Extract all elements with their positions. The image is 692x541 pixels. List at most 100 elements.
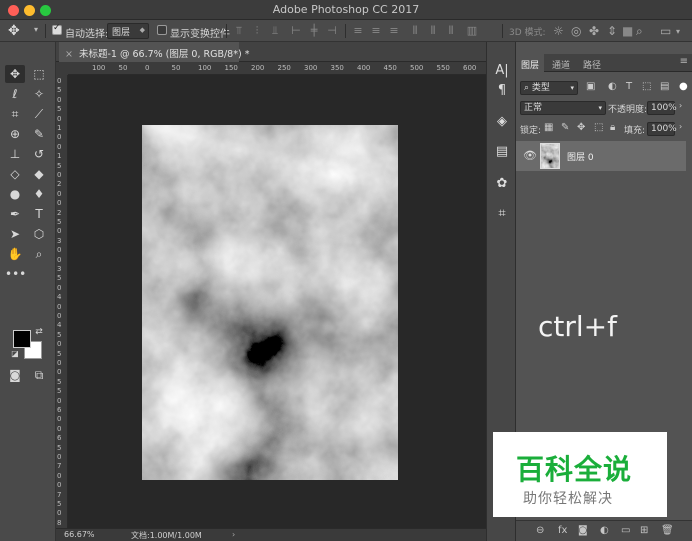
type-tool-icon[interactable]: T [29,205,49,223]
lasso-tool-icon[interactable]: ℓ [5,85,25,103]
distribute-bottom-icon[interactable]: ≡ [388,25,400,37]
distribute-right-icon[interactable]: ⦀ [445,25,457,37]
quick-mask-icon[interactable]: ◙ [5,366,25,384]
slide-3d-icon[interactable]: ⇕ [607,24,617,38]
magic-wand-tool-icon[interactable]: ✧ [29,85,49,103]
shape-tool-icon[interactable]: ⬡ [29,225,49,243]
filter-adjustment-icon[interactable]: ◐ [608,81,617,92]
show-transform-controls-checkbox[interactable] [157,25,167,35]
filter-shape-icon[interactable]: ⬚ [642,81,651,92]
clone-stamp-tool-icon[interactable]: ⊥ [5,145,25,163]
roll-3d-icon[interactable]: ◎ [571,24,581,38]
horizontal-ruler[interactable]: 100 50 0 50 100 150 200 250 300 350 400 450 500 550 60… [68,62,486,75]
link-layers-icon[interactable]: ⊖ [536,525,544,536]
distribute-left-icon[interactable]: ⦀ [409,25,421,37]
ruler-origin[interactable] [56,62,68,75]
move-tool-icon[interactable]: ✥ [5,65,25,83]
distribute-vertical-center-icon[interactable]: ≡ [370,25,382,37]
layer-style-fx-icon[interactable]: fx [558,525,567,536]
paint-bucket-tool-icon[interactable]: ◆ [29,165,49,183]
lock-image-pixels-icon[interactable]: ✎ [561,122,569,133]
dodge-tool-icon[interactable]: ♦ [29,185,49,203]
spot-healing-brush-tool-icon[interactable]: ⊕ [5,125,25,143]
document-canvas-clouds[interactable] [142,125,398,480]
tool-preset-chevron-down-icon[interactable]: ▾ [34,25,38,34]
filter-type-icon[interactable]: T [626,81,632,92]
adjustment-layer-icon[interactable]: ◐ [600,525,609,536]
scale-3d-icon[interactable]: ■ [622,24,633,38]
align-bottom-icon[interactable]: ⫫ [269,25,281,37]
tab-paths[interactable]: 路径 [578,54,606,72]
eraser-tool-icon[interactable]: ◇ [5,165,25,183]
distribute-horizontal-center-icon[interactable]: ⦀ [427,25,439,37]
paragraph-panel-icon[interactable]: ¶ [493,82,511,100]
workspace-switcher-icon[interactable]: ▭ [660,24,671,38]
align-left-icon[interactable]: ⊢ [290,25,302,37]
new-group-icon[interactable]: ▭ [621,525,630,536]
auto-select-target-dropdown[interactable]: 图层 ◆ [107,23,149,39]
tab-layers[interactable]: 图层 [516,54,545,72]
ruler-tick-label: 4 [57,321,62,330]
eyedropper-tool-icon[interactable]: ⟋ [29,105,49,123]
layer-name[interactable]: 图层 0 [567,150,594,163]
pen-tool-icon[interactable]: ✒ [5,205,25,223]
blend-mode-dropdown[interactable]: 正常 ▾ [520,101,606,115]
align-top-icon[interactable]: ⫪ [233,25,245,37]
align-vertical-center-icon[interactable]: ⫶ [251,25,263,37]
lock-all-icon[interactable]: 🔒︎ [610,122,615,133]
fill-input[interactable]: 100% [647,122,677,136]
layer-row[interactable]: 👁︎ 图层 0 [516,141,686,171]
drag-3d-icon[interactable]: ✤ [589,24,599,38]
hand-tool-icon[interactable]: ✋ [5,245,25,263]
foreground-color-swatch[interactable] [13,330,31,348]
new-layer-icon[interactable]: ⊞ [640,525,648,536]
tab-document[interactable]: × 未标题-1 @ 66.7% (图层 0, RGB/8*) * [59,42,249,62]
crop-tool-icon[interactable]: ⌗ [5,105,25,123]
auto-align-layers-icon[interactable]: ▥ [466,25,478,37]
rectangular-marquee-tool-icon[interactable]: ⬚ [29,65,49,83]
filter-pixel-icon[interactable]: ▣ [586,81,595,92]
align-horizontal-center-icon[interactable]: ╪ [308,25,320,37]
character-panel-icon[interactable]: A| [493,62,511,80]
opacity-chevron-icon[interactable]: › [679,101,682,110]
close-tab-icon[interactable]: × [65,49,73,60]
ruler-tick-label: 1 [57,124,62,132]
opacity-input[interactable]: 100% [647,101,677,115]
properties-panel-icon[interactable]: ▤ [493,143,511,161]
zoom-level[interactable]: 66.67% [64,530,95,539]
move-tool-icon[interactable]: ✥ [8,23,20,39]
filter-toggle-icon[interactable]: ● [679,81,688,92]
panel-menu-icon[interactable]: ≡ [680,56,688,67]
history-brush-tool-icon[interactable]: ↺ [29,145,49,163]
lock-transparent-pixels-icon[interactable]: ▦ [544,122,553,133]
tab-channels[interactable]: 通道 [547,54,575,72]
color-circles-icon[interactable]: ✿ [493,175,511,193]
visibility-eye-icon[interactable]: 👁︎ [523,149,537,162]
zoom-tool-icon[interactable]: ⌕ [29,245,49,263]
canvas-area[interactable] [68,75,486,528]
blur-tool-icon[interactable]: ● [5,185,25,203]
align-right-icon[interactable]: ⊣ [326,25,338,37]
layer-filter-dropdown[interactable]: ⌕ 类型 ▾ [520,81,578,95]
status-menu-chevron-icon[interactable]: › [232,530,235,539]
layers-stack-icon[interactable]: ◈ [493,113,511,131]
default-colors-icon[interactable]: ◪ [9,348,21,360]
distribute-top-icon[interactable]: ≡ [352,25,364,37]
add-mask-icon[interactable]: ◙ [578,525,588,536]
auto-select-checkbox[interactable] [52,23,62,35]
lock-artboard-icon[interactable]: ⬚ [594,122,603,133]
more-tools-icon[interactable]: ••• [5,265,26,283]
workspace-chevron-down-icon[interactable]: ▾ [676,27,680,36]
fill-chevron-icon[interactable]: › [679,122,682,131]
crop-panel-icon[interactable]: ⌗ [493,205,511,223]
path-selection-tool-icon[interactable]: ➤ [5,225,25,243]
brush-tool-icon[interactable]: ✎ [29,125,49,143]
filter-smart-object-icon[interactable]: ▤ [660,81,669,92]
delete-layer-icon[interactable]: 🗑︎ [661,525,674,536]
swap-colors-icon[interactable]: ⇄ [33,326,45,338]
orbit-3d-icon[interactable]: ☼ [553,24,564,38]
lock-position-icon[interactable]: ✥ [577,122,585,133]
vertical-ruler[interactable]: 0505010015020025030035040045050055060065… [56,75,68,528]
screen-mode-icon[interactable]: ⧉ [29,366,49,384]
search-icon[interactable]: ⌕ [636,24,643,39]
